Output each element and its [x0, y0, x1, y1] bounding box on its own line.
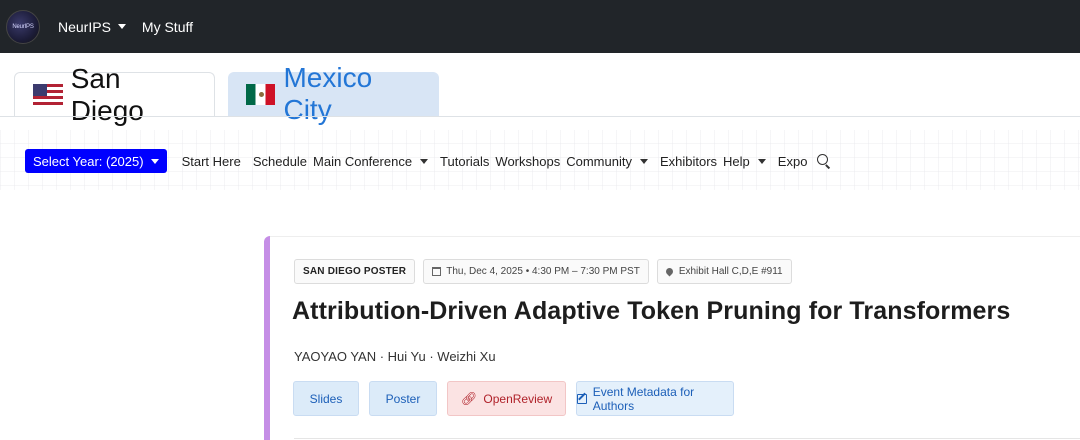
mexico-flag-icon [246, 83, 276, 105]
paper-title: Attribution-Driven Adaptive Token Prunin… [292, 297, 1011, 325]
nav-community-label: Community [566, 153, 632, 169]
my-stuff-link[interactable]: My Stuff [142, 19, 193, 35]
chevron-down-icon [117, 24, 126, 29]
event-type-badge: SAN DIEGO POSTER [294, 259, 416, 284]
location-tabs: San Diego Mexico City [14, 62, 439, 126]
nav-exhibitors-label: Exhibitors [659, 153, 718, 169]
nav-tutorials-label: Tutorials [440, 153, 490, 169]
nav-workshops[interactable]: Workshops [495, 154, 560, 169]
paper-authors: YAOYAO YAN · Hui Yu · Weizhi Xu [294, 349, 496, 364]
openreview-label: OpenReview [483, 391, 553, 406]
event-metadata-label: Event Metadata for Authors [592, 384, 695, 413]
event-badges: SAN DIEGO POSTER Thu, Dec 4, 2025 • 4:30… [294, 259, 792, 284]
nav-main-conference[interactable]: Main Conference [313, 153, 429, 169]
neurips-menu-label: NeurIPS [58, 18, 111, 35]
link-icon: 🔗︎ [460, 390, 478, 406]
nav-main-conference-label: Main Conference [313, 153, 413, 169]
slides-label: Slides [309, 391, 343, 406]
poster-button[interactable]: Poster [369, 381, 437, 416]
event-metadata-button[interactable]: Event Metadata for Authors [576, 381, 734, 416]
chevron-down-icon [150, 158, 159, 164]
select-year-button[interactable]: Select Year: (2025) [25, 149, 167, 173]
tab-mexico-city[interactable]: Mexico City [228, 62, 439, 125]
nav-start-here[interactable]: Start Here [182, 154, 241, 169]
my-stuff-label: My Stuff [141, 18, 194, 35]
nav-help[interactable]: Help [723, 154, 766, 169]
chevron-down-icon [757, 158, 766, 164]
nav-expo[interactable]: Expo [778, 154, 808, 169]
chevron-down-icon [420, 158, 429, 164]
nav-workshops-label: Workshops [495, 153, 561, 169]
edit-icon [577, 393, 587, 404]
select-year-label: Select Year: (2025) [33, 153, 144, 169]
nav-schedule-label: Schedule [252, 153, 308, 169]
event-location-text: Exhibit Hall C,D,E #911 [678, 266, 783, 277]
main-navigation: Select Year: (2025) Start Here Schedule … [25, 149, 831, 173]
openreview-button[interactable]: 🔗︎ OpenReview [447, 381, 566, 416]
event-datetime-badge: Thu, Dec 4, 2025 • 4:30 PM – 7:30 PM PST [423, 259, 649, 284]
event-actions: Slides Poster 🔗︎ OpenReview Event Metada… [293, 381, 744, 416]
nav-schedule[interactable]: Schedule [253, 154, 307, 169]
poster-label: Poster [385, 391, 421, 406]
nav-start-here-label: Start Here [181, 153, 241, 169]
event-datetime-text: Thu, Dec 4, 2025 • 4:30 PM – 7:30 PM PST [446, 266, 640, 277]
slides-button[interactable]: Slides [293, 381, 359, 416]
calendar-icon [432, 267, 442, 276]
neurips-menu[interactable]: NeurIPS [58, 19, 126, 35]
map-pin-icon [664, 266, 675, 277]
nav-exhibitors[interactable]: Exhibitors [660, 154, 717, 169]
tab-san-diego[interactable]: San Diego [14, 63, 215, 126]
event-location-badge: Exhibit Hall C,D,E #911 [656, 259, 792, 284]
nav-tutorials[interactable]: Tutorials [440, 154, 489, 169]
nav-community[interactable]: Community [566, 154, 648, 169]
top-navbar: NeurIPS NeurIPS My Stuff [0, 0, 1080, 53]
nav-expo-label: Expo [777, 153, 808, 169]
nav-help-label: Help [723, 153, 750, 169]
tab-divider [0, 116, 1080, 117]
card-divider [294, 438, 1080, 439]
search-icon[interactable] [817, 154, 831, 168]
chevron-down-icon [639, 158, 648, 164]
neurips-logo[interactable]: NeurIPS [6, 9, 40, 44]
us-flag-icon [33, 84, 63, 105]
